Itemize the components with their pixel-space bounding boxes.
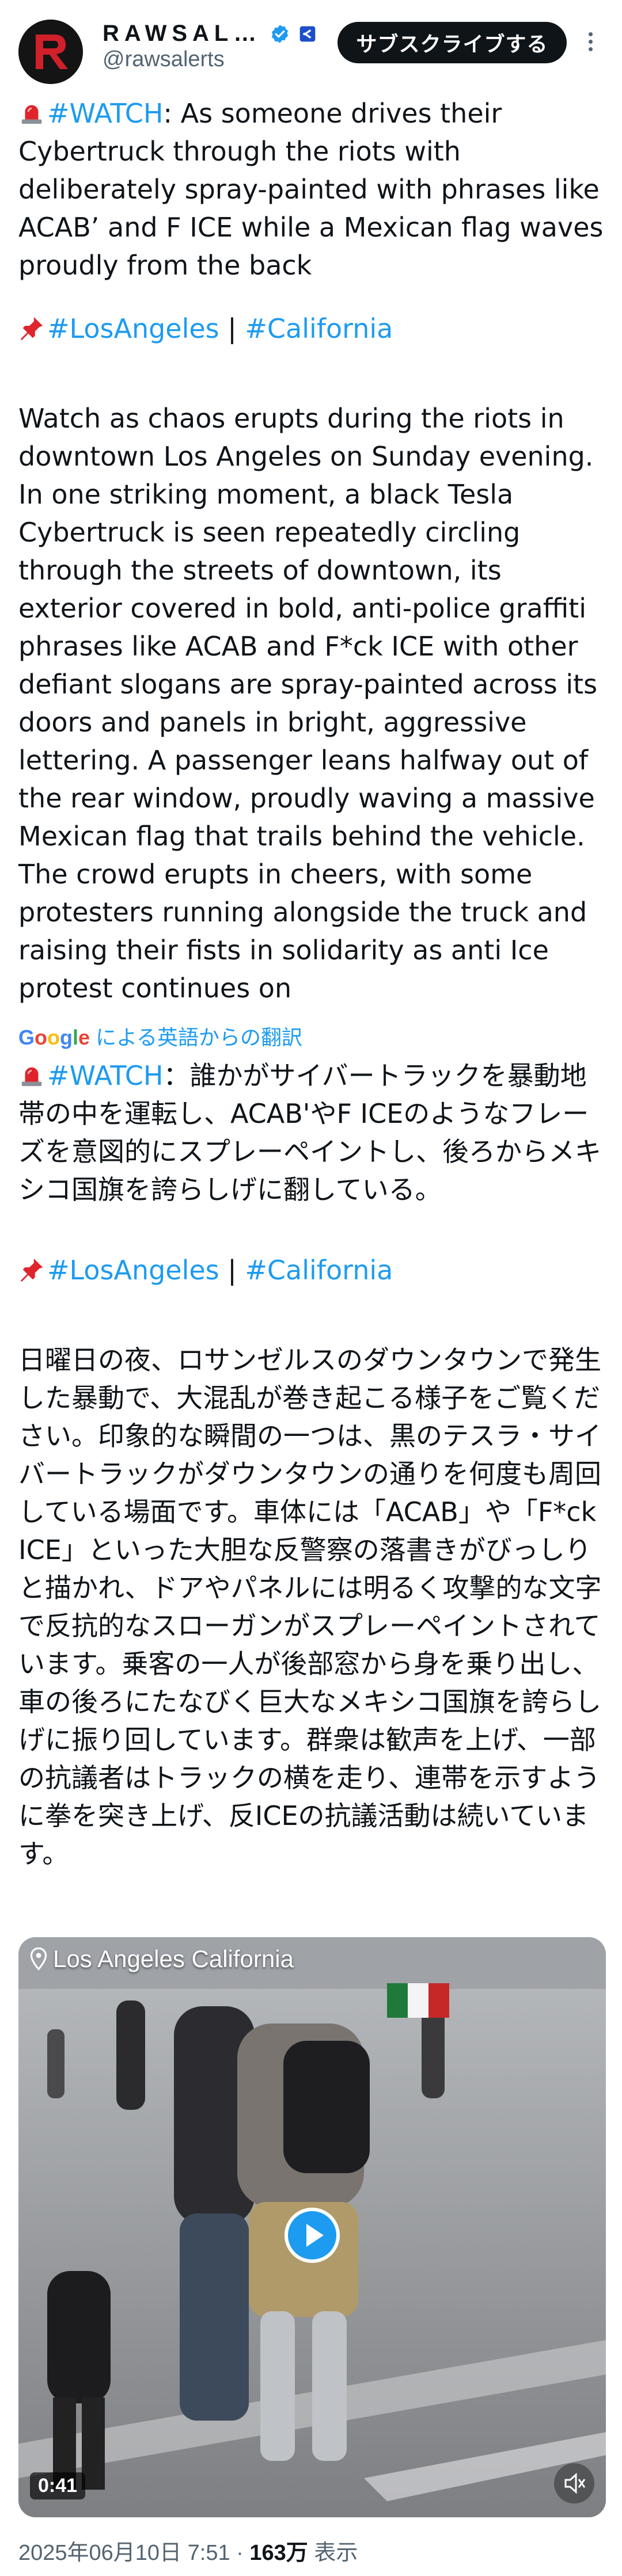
subscribe-button[interactable]: サブスクライブする — [337, 22, 567, 63]
post-header: RAWSAL… @rawsalerts サブスクライブする — [0, 0, 622, 98]
translation-text: による英語からの翻訳 — [90, 1026, 302, 1049]
hashtag-separator: | — [219, 313, 245, 344]
view-count: 163万 — [249, 2541, 308, 2565]
hashtag-watch[interactable]: #WATCH — [47, 98, 164, 129]
play-button[interactable] — [285, 2208, 340, 2263]
hashtag-row-en: #LosAngeles | #California — [18, 310, 606, 348]
avatar[interactable] — [18, 20, 83, 84]
hashtag-separator: | — [219, 1255, 245, 1286]
post-body-en: Watch as chaos erupts during the riots i… — [18, 403, 598, 1004]
hashtag-losangeles[interactable]: #LosAngeles — [47, 313, 219, 344]
post-text-en: #WATCH: As someone drives their Cybertru… — [18, 94, 606, 284]
google-logo: Google — [18, 1026, 90, 1049]
play-icon — [306, 2224, 324, 2247]
post-body-ja: 日曜日の夜、ロサンゼルスのダウンタウンで発生した暴動で、大混乱が巻き起こる様子を… — [18, 1344, 602, 1869]
meta-separator: · — [230, 2541, 250, 2565]
name-row: RAWSAL… — [103, 21, 317, 47]
video-duration: 0:41 — [30, 2472, 86, 2499]
siren-emoji-icon — [21, 1067, 42, 1087]
rawsalerts-logo-icon — [18, 20, 83, 84]
mute-button[interactable] — [554, 2463, 594, 2503]
location-pin-icon — [30, 1948, 47, 1971]
pushpin-emoji-icon — [20, 1258, 43, 1282]
user-handle[interactable]: @rawsalerts — [103, 47, 225, 72]
display-name[interactable]: RAWSAL… — [103, 21, 261, 47]
post-timestamp[interactable]: 2025年06月10日 7:51 — [18, 2541, 230, 2565]
translation-label[interactable]: Google による英語からの翻訳 — [18, 1021, 302, 1051]
speaker-muted-icon — [564, 2472, 586, 2494]
hashtag-row-ja: #LosAngeles | #California — [18, 1251, 606, 1289]
pushpin-emoji-icon — [20, 317, 43, 341]
hashtag-california-ja[interactable]: #California — [245, 1255, 393, 1286]
affiliate-badge-icon[interactable] — [298, 25, 317, 43]
hashtag-losangeles-ja[interactable]: #LosAngeles — [47, 1255, 219, 1286]
views-label: 表示 — [308, 2541, 358, 2565]
verified-badge-icon — [272, 24, 289, 43]
post-text-ja: #WATCH：誰かがサイバートラックを暴動地帯の中を運転し、ACAB'やF IC… — [18, 1057, 606, 1209]
hashtag-california[interactable]: #California — [245, 313, 393, 344]
hashtag-watch-ja[interactable]: #WATCH — [47, 1060, 164, 1091]
more-options-icon[interactable] — [582, 29, 599, 63]
video-player[interactable]: Los Angeles California 0:41 — [18, 1937, 606, 2517]
siren-emoji-icon — [21, 105, 42, 124]
post-meta: 2025年06月10日 7:51 · 163万 表示 — [18, 2535, 358, 2566]
location-text: Los Angeles California — [53, 1945, 294, 1972]
location-label: Los Angeles California — [30, 1945, 294, 1973]
